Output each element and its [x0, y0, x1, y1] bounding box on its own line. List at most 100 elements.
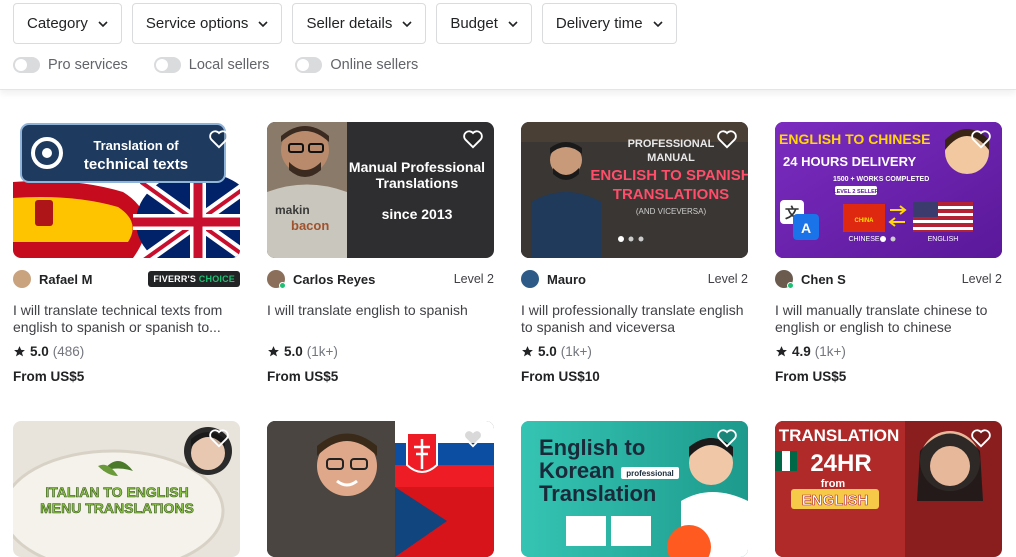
rating: 5.0 (1k+): [521, 344, 748, 359]
seller-name[interactable]: Mauro: [547, 272, 586, 287]
gig-image: English to Korean professional Translati…: [521, 421, 748, 557]
thumb-text: Translations: [376, 175, 459, 191]
gig-price: From US$10: [521, 369, 600, 384]
rating-count: (1k+): [560, 344, 592, 359]
thumb-text: 1500 + WORKS COMPLETED: [833, 176, 929, 183]
gig-image: PROFESSIONAL MANUAL ENGLISH TO SPANISH T…: [521, 122, 748, 258]
svg-text:A: A: [801, 220, 811, 236]
filter-budget[interactable]: Budget: [436, 3, 532, 44]
seller-name[interactable]: Rafael M: [39, 272, 92, 287]
chevron-down-icon: [258, 20, 269, 27]
gig-thumbnail[interactable]: TRANSLATION 24HR from ENGLISH: [775, 421, 1002, 557]
toggle-label: Local sellers: [188, 57, 270, 73]
chevron-down-icon: [508, 20, 518, 27]
filter-label: Service options: [145, 15, 249, 32]
thumb-text: from: [821, 478, 846, 490]
thumb-text: Manual Professional: [349, 159, 485, 175]
gig-image: TRANSLATION 24HR from ENGLISH: [775, 421, 1002, 557]
heart-icon[interactable]: [970, 428, 992, 448]
thumb-text: PROFESSIONAL: [628, 138, 715, 150]
star-icon: [268, 346, 279, 357]
gig-thumbnail[interactable]: English to Korean professional Translati…: [521, 421, 748, 557]
thumb-text: TRANSLATIONS: [613, 186, 729, 203]
toggle-local-sellers[interactable]: Local sellers: [153, 57, 270, 73]
gig-price: From US$5: [267, 369, 339, 384]
gig-card[interactable]: TRANSLATION 24HR from ENGLISH: [775, 421, 1002, 557]
rating-count: (1k+): [814, 344, 846, 359]
thumb-text: ITALIAN TO ENGLISH: [45, 484, 188, 500]
filter-service-options[interactable]: Service options: [131, 3, 283, 44]
heart-icon[interactable]: [208, 129, 230, 149]
heart-icon[interactable]: [462, 129, 484, 149]
gig-card[interactable]: ITALIAN TO ENGLISH MENU TRANSLATIONS: [13, 421, 240, 557]
thumb-text: MANUAL: [647, 152, 695, 164]
gig-title[interactable]: I will professionally translate english …: [521, 302, 748, 336]
gig-thumbnail[interactable]: ITALIAN TO ENGLISH MENU TRANSLATIONS: [13, 421, 240, 557]
chevron-down-icon: [98, 20, 108, 27]
gig-image: Translation of technical texts: [13, 122, 240, 258]
rating: 4.9 (1k+): [775, 344, 1002, 359]
toggle-label: Pro services: [48, 57, 128, 73]
toggle-online-sellers[interactable]: Online sellers: [295, 57, 418, 73]
avatar[interactable]: [13, 270, 31, 288]
seller-name[interactable]: Chen S: [801, 272, 846, 287]
heart-icon[interactable]: [970, 129, 992, 149]
badge-prefix: FIVERR'S: [153, 274, 197, 284]
filter-seller-details[interactable]: Seller details: [292, 3, 427, 44]
avatar[interactable]: [775, 270, 794, 289]
filter-bar: Category Service options Seller details …: [0, 0, 1016, 90]
gig-title[interactable]: I will manually translate chinese to eng…: [775, 302, 1002, 336]
heart-icon[interactable]: [462, 428, 484, 448]
thumb-text: ENGLISH: [802, 492, 869, 509]
toggle-pro-services[interactable]: Pro services: [13, 57, 128, 73]
rating-count: (1k+): [306, 344, 338, 359]
thumb-text: (AND VICEVERSA): [636, 207, 707, 216]
heart-icon[interactable]: [716, 129, 738, 149]
gig-card[interactable]: makin bacon Manual Professional Translat…: [267, 122, 494, 384]
gig-thumbnail[interactable]: PROFESSIONAL MANUAL ENGLISH TO SPANISH T…: [521, 122, 748, 258]
star-icon: [776, 346, 787, 357]
seller-level: Level 2: [453, 272, 494, 286]
thumb-text: ENGLISH: [928, 236, 959, 243]
gig-title[interactable]: I will translate technical texts from en…: [13, 302, 240, 336]
gig-card[interactable]: [267, 421, 494, 557]
toggle-switch[interactable]: [295, 57, 323, 73]
thumb-text: CHINESE: [848, 236, 879, 243]
gig-card[interactable]: PROFESSIONAL MANUAL ENGLISH TO SPANISH T…: [521, 122, 748, 384]
rating-score: 5.0: [284, 344, 303, 359]
gig-grid: Translation of technical texts Rafael M …: [13, 122, 1002, 557]
toggle-switch[interactable]: [13, 57, 40, 73]
avatar[interactable]: [521, 270, 539, 288]
heart-icon[interactable]: [716, 428, 738, 448]
gig-price: From US$5: [13, 369, 85, 384]
thumb-text: technical texts: [84, 156, 188, 173]
seller-name[interactable]: Carlos Reyes: [293, 272, 375, 287]
rating-score: 4.9: [792, 344, 811, 359]
star-icon: [522, 346, 533, 357]
avatar[interactable]: [267, 270, 286, 289]
filter-delivery-time[interactable]: Delivery time: [541, 3, 677, 44]
thumb-text: TRANSLATION: [779, 426, 900, 445]
gig-thumbnail[interactable]: [267, 421, 494, 557]
gig-thumbnail[interactable]: Translation of technical texts: [13, 122, 240, 258]
heart-icon[interactable]: [208, 428, 230, 448]
filter-category[interactable]: Category: [13, 3, 122, 44]
thumb-text: professional: [626, 469, 674, 478]
toggle-label: Online sellers: [330, 57, 419, 73]
chevron-down-icon: [652, 20, 663, 27]
toggle-switch[interactable]: [153, 57, 181, 73]
filter-label: Category: [27, 15, 88, 32]
gig-title[interactable]: I will translate english to spanish: [267, 302, 494, 336]
filter-label: Delivery time: [555, 15, 643, 32]
thumb-text: English to: [539, 435, 645, 460]
thumb-text: Translation: [539, 481, 656, 506]
gig-card[interactable]: ENGLISH TO CHINESE 24 HOURS DELIVERY 150…: [775, 122, 1002, 384]
gig-card[interactable]: Translation of technical texts Rafael M …: [13, 122, 240, 384]
gig-thumbnail[interactable]: ENGLISH TO CHINESE 24 HOURS DELIVERY 150…: [775, 122, 1002, 258]
thumb-text: bacon: [291, 218, 329, 233]
fiverrs-choice-badge: FIVERR'S CHOICE: [148, 271, 240, 287]
seller-row: Mauro Level 2: [521, 268, 748, 290]
gig-card[interactable]: English to Korean professional Translati…: [521, 421, 748, 557]
rating-score: 5.0: [538, 344, 557, 359]
gig-thumbnail[interactable]: makin bacon Manual Professional Translat…: [267, 122, 494, 258]
